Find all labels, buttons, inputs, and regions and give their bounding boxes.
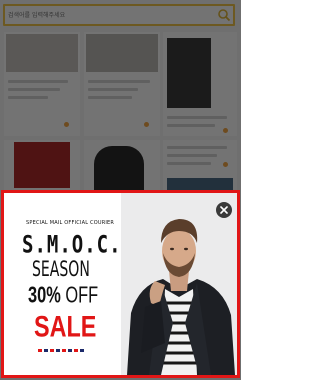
promo-text-panel: SPECIAL MAIL OFFICIAL COURIER S.M.O.C. S… xyxy=(4,193,121,375)
promo-title-discount: 30% OFF xyxy=(28,283,98,309)
promo-title-brand: S.M.O.C. xyxy=(22,231,122,259)
tricolor-stripe xyxy=(38,349,84,352)
close-popup-button[interactable] xyxy=(216,202,232,218)
promo-popup[interactable]: SPECIAL MAIL OFFICIAL COURIER S.M.O.C. S… xyxy=(1,190,240,378)
promo-title-sale: SALE xyxy=(34,309,97,344)
promo-title-season: SEASON xyxy=(32,257,90,283)
discount-percent: 30% xyxy=(28,283,61,309)
promo-model-photo xyxy=(121,193,237,375)
discount-off-label: OFF xyxy=(60,283,99,309)
close-icon xyxy=(220,206,228,214)
promo-subtitle: SPECIAL MAIL OFFICIAL COURIER xyxy=(26,220,115,226)
